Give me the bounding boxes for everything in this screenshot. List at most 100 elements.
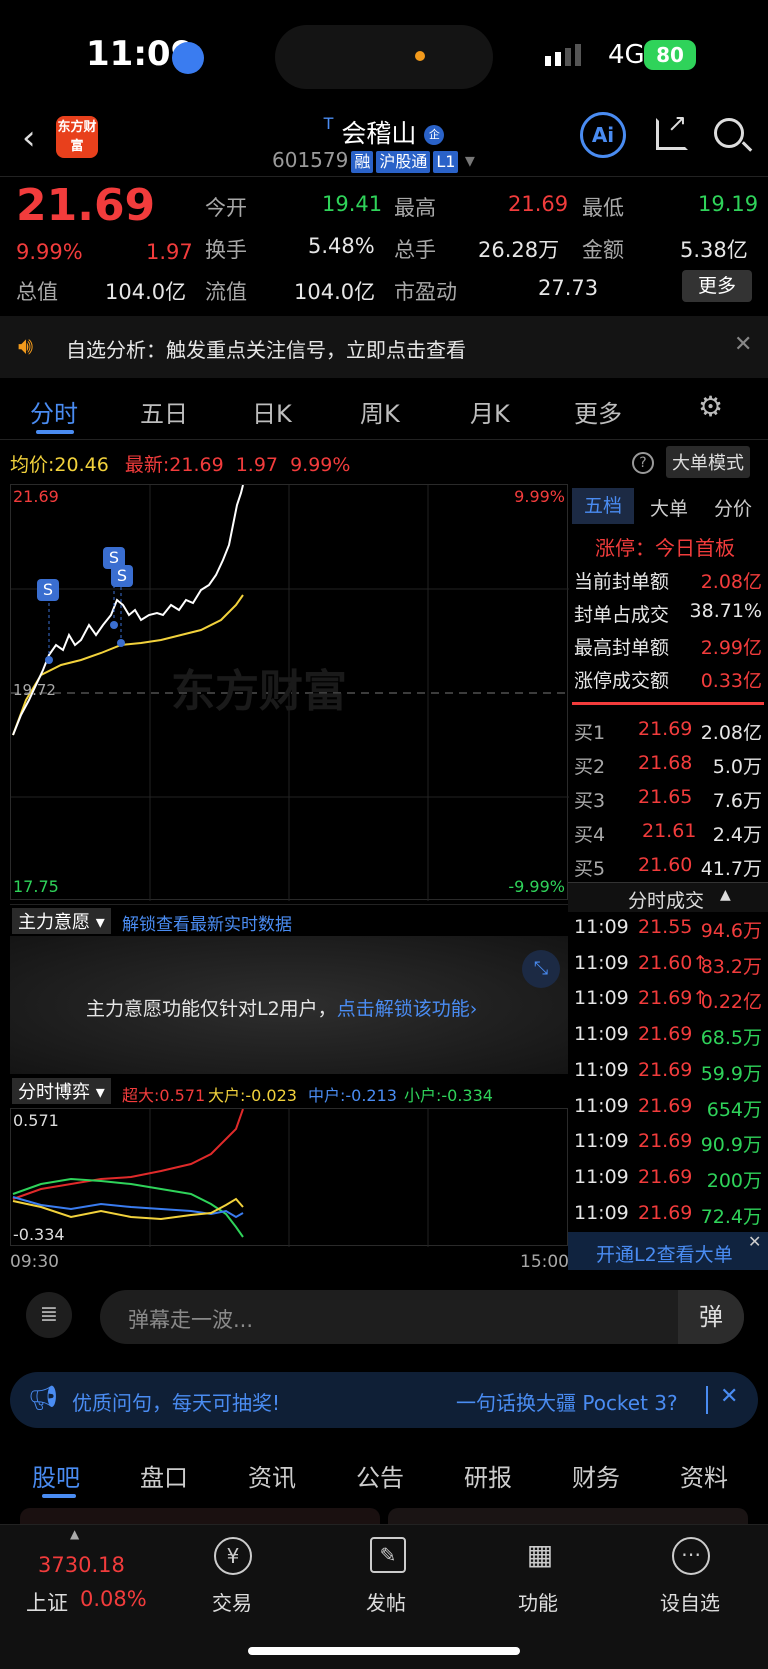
trade-price: 21.69 <box>638 1130 693 1153</box>
time-start: 09:30 <box>10 1252 59 1272</box>
order-price: 21.60 <box>638 854 693 876</box>
tab-forum[interactable]: 股吧 <box>32 1458 80 1493</box>
unlock-link[interactable]: 解锁查看最新实时数据 <box>122 910 292 935</box>
add-watchlist-label[interactable]: 设自选 <box>660 1587 720 1616</box>
tab-price-dist[interactable]: 分价 <box>714 494 752 521</box>
apps-icon[interactable]: ▦ <box>522 1537 558 1573</box>
trade-time: 11:09 <box>574 1130 629 1153</box>
game-chart[interactable]: 0.571 -0.334 <box>10 1108 568 1247</box>
close-icon[interactable]: ✕ <box>734 332 752 357</box>
search-icon[interactable] <box>714 118 753 152</box>
main-intent-message: 主力意愿功能仅针对L2用户，点击解锁该功能› <box>86 998 478 1020</box>
index-value[interactable]: 3730.18 <box>38 1553 125 1577</box>
promo-left-text: 优质问句，每天可抽奖! <box>72 1391 281 1415</box>
comment-icon[interactable]: ≣ <box>26 1292 72 1338</box>
danmu-input[interactable]: 弹幕走一波... 弹 <box>100 1290 744 1344</box>
last-value: 21.69 <box>169 454 224 476</box>
order-volume: 2.08亿 <box>700 722 762 744</box>
price-info-line: 均价:20.46 最新:21.69 1.97 9.99% <box>10 450 350 477</box>
close-icon[interactable]: ✕ <box>720 1384 738 1409</box>
trade-price: 21.69 <box>638 1201 693 1224</box>
speaker-icon: 🔊︎ <box>18 332 34 360</box>
intraday-chart[interactable]: S S S 东方财富 21.69 9.99% 19.72 17.75 -9.99… <box>10 484 569 901</box>
trade-icon[interactable]: ¥ <box>214 1537 252 1575</box>
index-name: 上证 <box>26 1591 68 1615</box>
tab-orderbook[interactable]: 盘口 <box>140 1458 188 1493</box>
last-change: 1.97 <box>235 454 279 476</box>
index-pct: 0.08% <box>80 1587 147 1611</box>
tab-more[interactable]: 更多 <box>574 394 622 429</box>
trade-time: 11:09 <box>574 1023 629 1046</box>
stock-code-line[interactable]: 601579 融沪股通 L1 ▾ <box>272 148 475 173</box>
main-intent-dropdown[interactable]: 主力意愿 ▾ <box>12 908 111 934</box>
close-icon[interactable]: ✕ <box>748 1232 761 1251</box>
voice-icon <box>172 42 204 74</box>
sell-marker-icon[interactable]: S <box>37 579 59 601</box>
limit-label: 封单占成交 <box>574 604 670 626</box>
label-high: 最高 <box>394 196 436 220</box>
functions-label[interactable]: 功能 <box>518 1587 558 1616</box>
label-pe: 市盈动 <box>394 280 457 304</box>
tab-finance[interactable]: 财务 <box>572 1458 620 1493</box>
trade-label[interactable]: 交易 <box>212 1587 252 1616</box>
help-icon[interactable]: ? <box>632 452 654 474</box>
game-axis-bottom: -0.334 <box>13 1225 65 1244</box>
notice-bar[interactable]: 🔊︎ 自选分析：触发重点关注信号，立即点击查看 ✕ <box>0 316 768 378</box>
tab-week-k[interactable]: 周K <box>360 394 400 429</box>
unlock-feature-link[interactable]: 点击解锁该功能 <box>337 998 470 1020</box>
avg-label: 均价: <box>10 454 55 476</box>
expand-icon[interactable]: ⤡ <box>522 950 560 988</box>
label-market-cap: 总值 <box>16 280 58 304</box>
trade-row: 11:09 21.69 68.5万 <box>574 1023 764 1049</box>
value-open: 19.41 <box>322 192 383 216</box>
main-intent-header: 主力意愿 ▾ 解锁查看最新实时数据 <box>10 904 568 936</box>
order-row: 买3 21.65 7.6万 <box>574 786 764 813</box>
tab-news[interactable]: 资讯 <box>248 1458 296 1493</box>
trade-price: 21.69 <box>638 1094 693 1117</box>
settings-icon[interactable]: ⚙ <box>698 390 723 423</box>
l2-banner[interactable]: 开通L2查看大单 ✕ <box>568 1232 768 1270</box>
trades-header[interactable]: 分时成交 ▲ <box>568 882 768 912</box>
more-button[interactable]: 更多 <box>682 270 752 302</box>
tab-5day[interactable]: 五日 <box>140 394 188 429</box>
tab-announcements[interactable]: 公告 <box>356 1458 404 1493</box>
tab-five-levels[interactable]: 五档 <box>572 488 634 524</box>
change-amount: 1.97 <box>146 240 193 264</box>
danmu-placeholder: 弹幕走一波... <box>128 1308 254 1332</box>
share-icon[interactable]: ↗ <box>656 109 688 150</box>
tag-margin: 融 <box>351 151 374 173</box>
value-volume: 26.28万 <box>478 238 560 262</box>
big-order-mode-button[interactable]: 大单模式 <box>666 446 750 478</box>
limit-row: 涨停成交额 0.33亿 <box>574 666 764 693</box>
tab-day-k[interactable]: 日K <box>252 394 292 429</box>
ai-icon[interactable]: Ai <box>580 112 626 158</box>
tab-big-orders[interactable]: 大单 <box>650 494 688 521</box>
order-price: 21.69 <box>638 718 693 740</box>
tab-month-k[interactable]: 月K <box>470 394 510 429</box>
limit-row: 封单占成交 38.71% <box>574 600 764 627</box>
tab-intraday[interactable]: 分时 <box>30 394 78 429</box>
danmu-button[interactable]: 弹 <box>678 1290 744 1344</box>
trade-row: 11:09 21.55 94.6万 <box>574 916 764 942</box>
post-icon[interactable]: ✎ <box>370 1537 406 1573</box>
trade-row: 11:09 21.69 59.9万 <box>574 1059 764 1085</box>
order-label: 买2 <box>574 756 606 778</box>
trade-time: 11:09 <box>574 1094 629 1117</box>
main-intent-text: 主力意愿功能仅针对L2用户， <box>86 998 337 1020</box>
axis-top-pct: 9.99% <box>514 487 565 506</box>
limit-title: 涨停：今日首板 <box>595 536 735 560</box>
more-dots-icon[interactable]: ⋯ <box>672 1537 710 1575</box>
promo-banner[interactable]: 📢︎ 优质问句，每天可抽奖! 一句话换大疆 Pocket 3? ✕ <box>10 1372 758 1428</box>
trade-row: 11:09 21.60↑ 83.2万 <box>574 952 764 978</box>
trade-price: 21.69↑ <box>638 987 709 1010</box>
tab-profile[interactable]: 资料 <box>680 1458 728 1493</box>
label-volume: 总手 <box>394 238 436 262</box>
post-label[interactable]: 发帖 <box>366 1587 406 1616</box>
trade-volume: 90.9万 <box>700 1134 762 1157</box>
value-pe: 27.73 <box>538 276 599 300</box>
stock-name: 会稽山 <box>341 119 417 148</box>
sell-marker-icon[interactable]: S <box>111 565 133 587</box>
tab-research[interactable]: 研报 <box>464 1458 512 1493</box>
game-dropdown[interactable]: 分时博弈 ▾ <box>12 1078 111 1104</box>
last-label: 最新: <box>124 454 170 476</box>
